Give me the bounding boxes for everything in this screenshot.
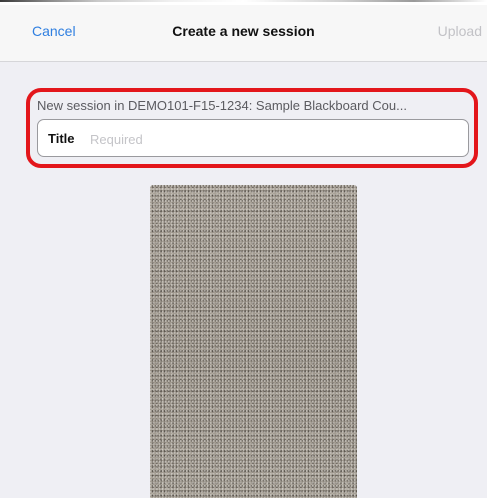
navigation-bar: Cancel Create a new session Upload (0, 5, 487, 62)
page-title: Create a new session (172, 23, 315, 39)
highlight-annotation-box (26, 88, 478, 168)
create-session-screen: Cancel Create a new session Upload New s… (0, 0, 487, 498)
top-edge-shade (0, 0, 487, 2)
upload-button[interactable]: Upload (438, 23, 482, 39)
media-preview-thumbnail (150, 185, 357, 498)
